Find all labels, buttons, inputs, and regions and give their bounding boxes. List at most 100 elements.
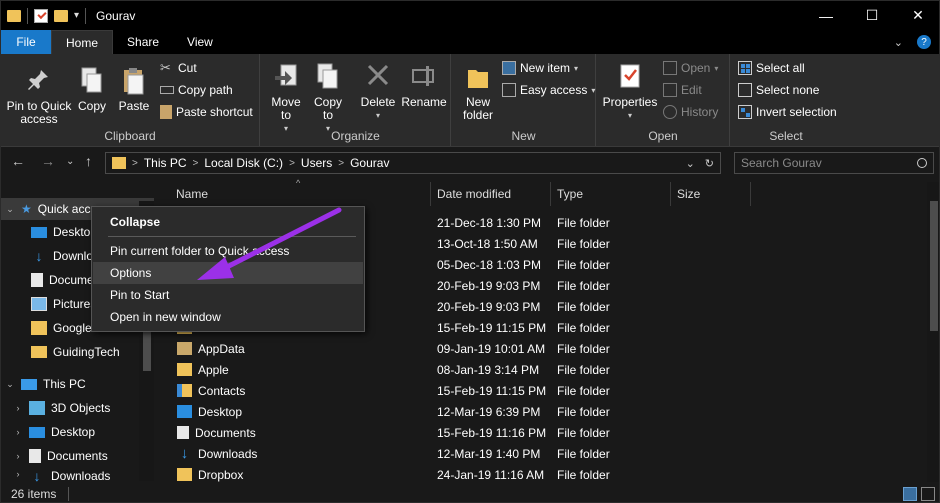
open-label: Open (681, 61, 711, 75)
chevron-down-icon: ▾ (375, 111, 380, 120)
invert-selection-button[interactable]: Invert selection (738, 105, 837, 119)
back-arrow-icon[interactable]: ← (11, 153, 25, 169)
navigation-bar: ← → ⌄ ↑ > This PC > Local Disk (C:) > Us… (1, 148, 939, 178)
table-row[interactable]: Desktop 12-Mar-19 6:39 PM File folder (166, 401, 926, 422)
open-button[interactable]: Open ▾ (663, 61, 718, 75)
column-header-type[interactable]: Type (557, 182, 583, 206)
move-to-button[interactable]: Move to ▾ (267, 62, 305, 135)
nav-pane-scrollbar-thumb[interactable] (143, 331, 151, 371)
column-divider[interactable] (670, 182, 671, 206)
nav-label: This PC (43, 377, 86, 391)
nav-item-3d-objects[interactable]: › 3D Objects (1, 397, 110, 419)
cut-label: Cut (178, 61, 197, 75)
column-divider[interactable] (750, 182, 751, 206)
tab-home[interactable]: Home (51, 30, 114, 54)
close-button[interactable]: ✕ (895, 1, 939, 30)
menu-item-options[interactable]: Options (93, 262, 363, 284)
column-divider[interactable] (550, 182, 551, 206)
type-cell: File folder (557, 404, 610, 419)
tab-share[interactable]: Share (113, 30, 173, 54)
properties-button[interactable]: Properties ▾ (601, 62, 659, 122)
recent-locations-icon[interactable]: ⌄ (66, 156, 74, 167)
maximize-button[interactable]: ☐ (849, 1, 895, 30)
tab-file[interactable]: File (1, 30, 51, 54)
search-input[interactable]: Search Gourav (734, 152, 934, 174)
nav-label: Documents (47, 449, 108, 463)
chevron-down-icon[interactable]: ⌄ (5, 379, 15, 390)
cut-button[interactable]: ✂ Cut (160, 61, 197, 76)
refresh-icon[interactable]: ↻ (705, 157, 714, 170)
paste-shortcut-label: Paste shortcut (176, 105, 253, 119)
paste-shortcut-button[interactable]: Paste shortcut (160, 105, 253, 119)
properties-label: Properties (602, 95, 658, 109)
type-cell: File folder (557, 320, 610, 335)
breadcrumb-this-pc[interactable]: This PC (144, 156, 187, 170)
copy-path-button[interactable]: Copy path (160, 83, 233, 97)
chevron-down-icon[interactable]: ⌄ (894, 36, 903, 49)
chevron-right-icon[interactable]: › (13, 451, 23, 461)
select-all-button[interactable]: Select all (738, 61, 805, 75)
select-none-button[interactable]: Select none (738, 83, 819, 97)
pin-quick-access-button[interactable]: Pin to Quick access (5, 66, 73, 126)
tab-view[interactable]: View (173, 30, 227, 54)
column-header-date[interactable]: Date modified (437, 182, 511, 206)
breadcrumb-local-disk[interactable]: Local Disk (C:) (204, 156, 283, 170)
nav-item-guidingtech[interactable]: GuidingTech (1, 341, 120, 363)
file-name: AppData (198, 341, 245, 356)
minimize-button[interactable]: — (803, 1, 849, 30)
nav-item-this-pc[interactable]: ⌄ This PC (1, 373, 86, 395)
download-icon: ↓ (33, 469, 41, 483)
customize-toolbar-dropdown[interactable]: ▾ (74, 10, 79, 21)
organize-group: Move to ▾ Copy to ▾ Delete ▾ Rename Orga… (261, 54, 451, 146)
menu-item-pin-quick-access[interactable]: Pin current folder to Quick access (93, 240, 363, 262)
file-list-scrollbar-thumb[interactable] (930, 201, 938, 331)
copy-button[interactable]: Copy (75, 66, 109, 113)
history-button[interactable]: History (663, 105, 718, 119)
chevron-right-icon[interactable]: › (13, 427, 23, 437)
rename-button[interactable]: Rename (401, 62, 447, 109)
ribbon-right-controls: ⌄ ? (894, 30, 939, 54)
table-row[interactable]: Dropbox 24-Jan-19 11:16 AM File folder (166, 464, 926, 485)
address-bar[interactable]: > This PC > Local Disk (C:) > Users > Go… (105, 152, 721, 174)
nav-item-pictures[interactable]: Pictures (1, 293, 96, 315)
divider (85, 7, 87, 24)
new-item-label: New item (520, 61, 571, 75)
nav-item-pc-desktop[interactable]: › Desktop (1, 421, 96, 443)
easy-access-button[interactable]: Easy access ▾ (502, 83, 595, 97)
document-icon (177, 426, 189, 439)
menu-item-pin-to-start[interactable]: Pin to Start (93, 284, 363, 306)
nav-item-desktop[interactable]: Desktop (1, 221, 97, 243)
up-arrow-icon[interactable]: ↑ (85, 153, 92, 169)
table-row[interactable]: Documents 15-Feb-19 11:16 PM File folder (166, 422, 926, 443)
details-view-icon[interactable] (903, 487, 917, 501)
table-row[interactable]: AppData 09-Jan-19 10:01 AM File folder (166, 338, 926, 359)
breadcrumb-gourav[interactable]: Gourav (350, 156, 389, 170)
menu-item-open-new-window[interactable]: Open in new window (93, 306, 363, 328)
menu-item-collapse[interactable]: Collapse (93, 211, 363, 233)
new-folder-icon[interactable] (54, 9, 68, 22)
search-icon (917, 158, 927, 168)
forward-arrow-icon[interactable]: → (41, 153, 55, 169)
chevron-down-icon[interactable]: ⌄ (5, 204, 15, 215)
help-icon[interactable]: ? (917, 35, 931, 49)
nav-item-pc-documents[interactable]: › Documents (1, 445, 108, 467)
table-row[interactable]: Apple 08-Jan-19 3:14 PM File folder (166, 359, 926, 380)
paste-button[interactable]: Paste (115, 66, 153, 113)
nav-item-pc-downloads[interactable]: › ↓ Downloads (1, 469, 111, 483)
delete-button[interactable]: Delete ▾ (359, 62, 397, 122)
column-divider[interactable] (430, 182, 431, 206)
chevron-right-icon[interactable]: › (13, 403, 23, 413)
edit-button[interactable]: Edit (663, 83, 702, 97)
chevron-right-icon[interactable]: › (13, 469, 23, 479)
table-row[interactable]: ↓ Downloads 12-Mar-19 1:40 PM File folder (166, 443, 926, 464)
large-icons-view-icon[interactable] (921, 487, 935, 501)
breadcrumb-users[interactable]: Users (301, 156, 332, 170)
new-folder-button[interactable]: New folder (458, 62, 498, 122)
chevron-down-icon[interactable]: ⌄ (686, 157, 695, 170)
column-header-name[interactable]: Name (176, 182, 208, 206)
column-header-size[interactable]: Size (677, 182, 700, 206)
table-row[interactable]: Contacts 15-Feb-19 11:15 PM File folder (166, 380, 926, 401)
properties-icon[interactable] (34, 8, 48, 23)
new-item-button[interactable]: New item ▾ (502, 61, 578, 75)
copy-to-button[interactable]: Copy to ▾ (309, 62, 347, 135)
